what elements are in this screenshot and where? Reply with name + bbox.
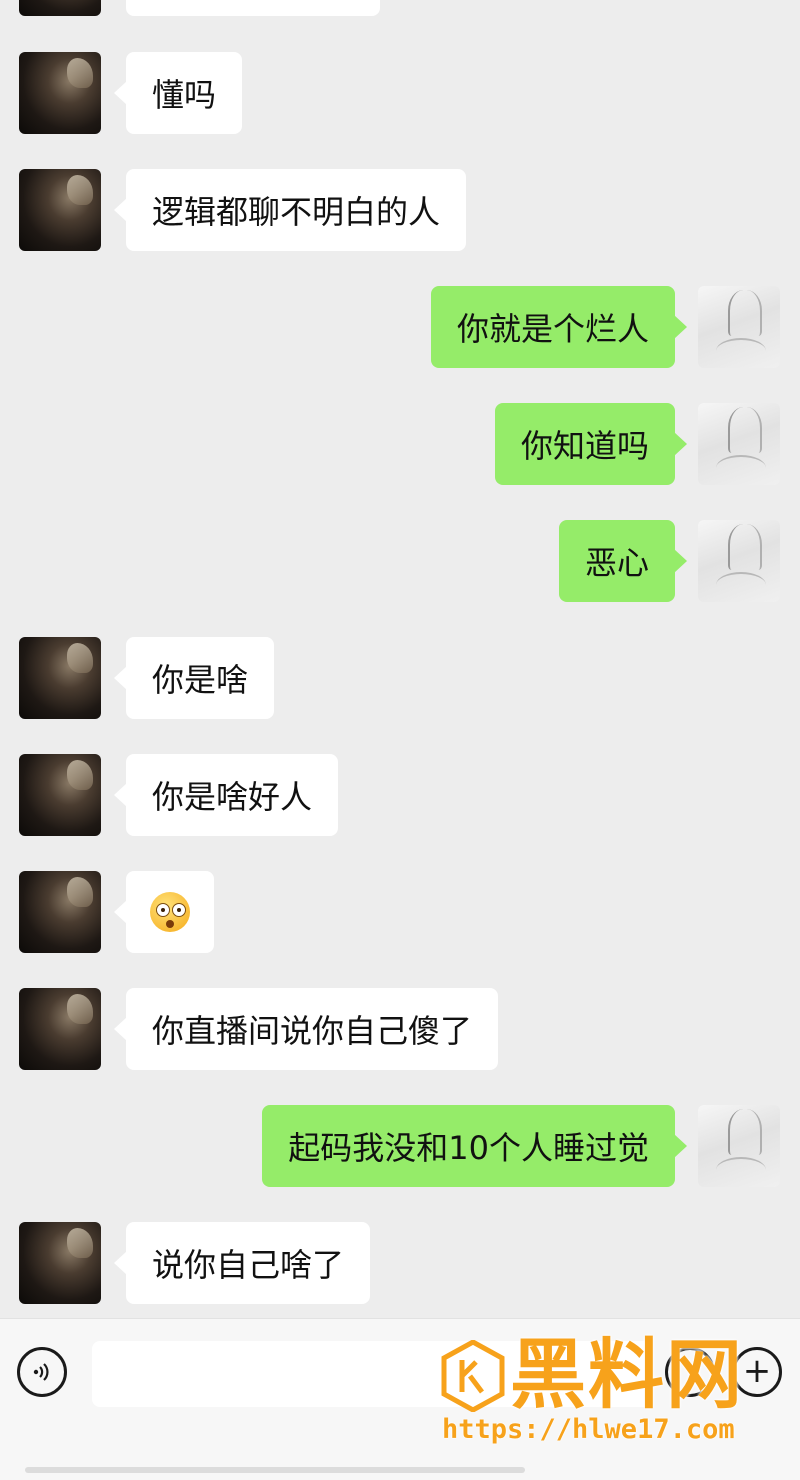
watermark-logo-icon (441, 1340, 505, 1412)
message-text: 逻辑都聊不明白的人 (152, 193, 441, 231)
message-bubble-incoming[interactable]: 你是啥 (113, 637, 275, 719)
message-text: 恶心 (584, 544, 649, 582)
contact-avatar[interactable] (19, 871, 101, 953)
contact-avatar[interactable] (19, 52, 101, 134)
message-text: 你知道吗 (520, 427, 649, 465)
contact-avatar[interactable] (19, 1222, 101, 1304)
message-row-incoming: 你直播间说你自己傻了 (0, 988, 800, 1070)
message-row-outgoing: 起码我没和10个人睡过觉 (0, 1105, 800, 1187)
message-text: 你直播间说你自己傻了 (152, 1012, 473, 1050)
message-bubble-incoming[interactable] (126, 0, 380, 16)
message-text: 起码我没和10个人睡过觉 (288, 1129, 649, 1167)
message-row-outgoing: 恶心 (0, 520, 800, 602)
watermark-brand: 黑料网 (510, 1330, 744, 1419)
message-bubble-incoming[interactable]: 逻辑都聊不明白的人 (113, 169, 467, 251)
message-bubble-incoming[interactable]: 你是啥好人 (113, 754, 339, 836)
message-row-incoming: 说你自己啥了 (0, 1222, 800, 1304)
message-row-incoming: 你是啥好人 (0, 754, 800, 836)
message-bubble-incoming[interactable]: 懂吗 (113, 52, 243, 134)
watermark-url: https://hlwe17.com (442, 1414, 735, 1445)
message-text: 你是啥好人 (152, 778, 313, 816)
message-text: 说你自己啥了 (152, 1246, 345, 1284)
message-row-outgoing: 你知道吗 (0, 403, 800, 485)
voice-icon[interactable] (17, 1347, 67, 1397)
message-bubble-outgoing[interactable]: 你就是个烂人 (430, 286, 688, 368)
message-row-outgoing: 你就是个烂人 (0, 286, 800, 368)
message-text: 你就是个烂人 (456, 310, 649, 348)
message-row-incoming: 你是啥 (0, 637, 800, 719)
message-bubble-incoming[interactable]: 说你自己啥了 (113, 1222, 371, 1304)
contact-avatar[interactable] (19, 0, 101, 16)
user-avatar[interactable] (698, 520, 780, 602)
chat-message-list[interactable]: 懂吗 逻辑都聊不明白的人 你就是个烂人 你知道吗 恶心 你是啥 你是啥好人 你直… (0, 0, 800, 1318)
message-text: 你是啥 (152, 661, 249, 699)
home-indicator (25, 1467, 525, 1473)
contact-avatar[interactable] (19, 169, 101, 251)
contact-avatar[interactable] (19, 754, 101, 836)
message-bubble-incoming[interactable] (114, 871, 214, 953)
message-bubble-outgoing[interactable]: 恶心 (558, 520, 688, 602)
message-text: 懂吗 (152, 76, 217, 114)
message-bubble-outgoing[interactable]: 起码我没和10个人睡过觉 (262, 1105, 687, 1187)
watermark: 黑料网 https://hlwe17.com (436, 1330, 776, 1450)
contact-avatar[interactable] (19, 637, 101, 719)
contact-avatar[interactable] (19, 988, 101, 1070)
message-bubble-incoming[interactable]: 你直播间说你自己傻了 (113, 988, 499, 1070)
user-avatar[interactable] (698, 1105, 780, 1187)
message-row-partial (0, 0, 800, 16)
message-row-incoming (0, 871, 800, 953)
user-avatar[interactable] (698, 403, 780, 485)
message-row-incoming: 逻辑都聊不明白的人 (0, 169, 800, 251)
message-row-incoming: 懂吗 (0, 52, 800, 134)
flushed-face-emoji (150, 892, 190, 932)
message-bubble-outgoing[interactable]: 你知道吗 (494, 403, 688, 485)
user-avatar[interactable] (698, 286, 780, 368)
